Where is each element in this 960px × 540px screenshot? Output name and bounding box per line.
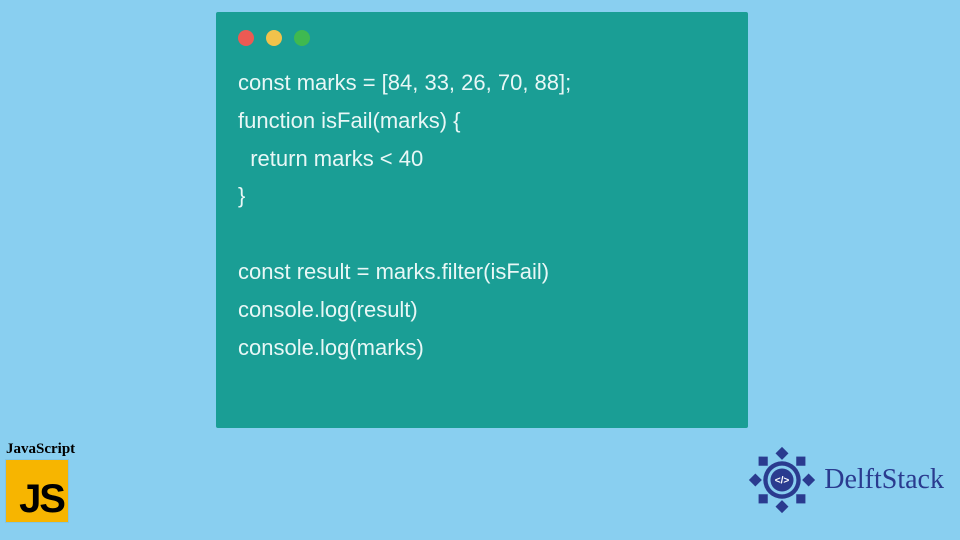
brand-name: DelftStack — [824, 464, 944, 496]
svg-text:</>: </> — [775, 476, 790, 487]
javascript-label: JavaScript — [6, 441, 75, 458]
brand-mark: </> DelftStack — [746, 444, 944, 516]
close-icon — [238, 30, 254, 46]
javascript-badge: JavaScript JS — [6, 441, 75, 522]
brand-logo-icon: </> — [746, 444, 818, 516]
maximize-icon — [294, 30, 310, 46]
javascript-monogram: JS — [19, 477, 64, 522]
javascript-logo-icon: JS — [6, 460, 68, 522]
window-traffic-lights — [238, 30, 726, 46]
minimize-icon — [266, 30, 282, 46]
code-block: const marks = [84, 33, 26, 70, 88]; func… — [238, 64, 726, 367]
code-window: const marks = [84, 33, 26, 70, 88]; func… — [216, 12, 748, 428]
